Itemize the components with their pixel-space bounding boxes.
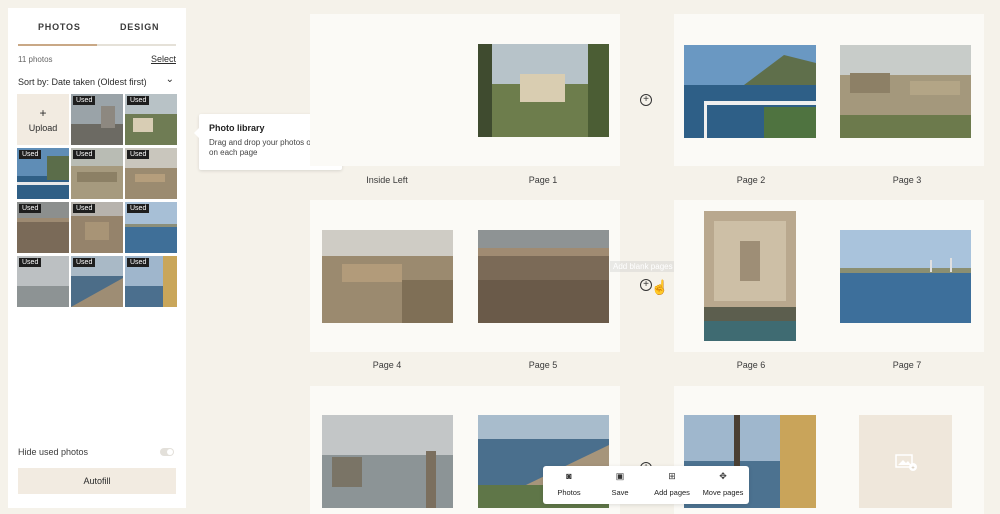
photo-thumbnail[interactable]: Used: [125, 148, 177, 199]
photo-cliff-town: [478, 44, 609, 137]
chevron-down-icon[interactable]: ⌄: [166, 74, 174, 85]
photo-city-rooftops: [322, 230, 453, 323]
spread-page-4-5[interactable]: [310, 200, 620, 352]
photo-thumbnail[interactable]: Used: [17, 256, 69, 307]
hand-cursor-icon: ☝: [651, 279, 669, 295]
photo-count: 11 photos: [18, 55, 53, 64]
page-inside-left[interactable]: [310, 14, 464, 166]
page-label-4: Page 4: [372, 360, 402, 370]
page-photo[interactable]: [840, 230, 971, 323]
sort-dropdown[interactable]: Sort by: Date taken (Oldest first): [18, 77, 147, 87]
photo-library-sidebar: PHOTOS DESIGN 11 photos Select Sort by: …: [8, 8, 186, 508]
page-label-7: Page 7: [892, 360, 922, 370]
photo-thumbnail[interactable]: Used: [17, 202, 69, 253]
page-7[interactable]: [830, 200, 984, 352]
page-photo[interactable]: [704, 211, 796, 341]
upload-label: Upload: [28, 122, 58, 133]
add-pages-button[interactable]: ⊞ Add pages: [647, 471, 697, 497]
photos-button-label: Photos: [557, 488, 581, 497]
used-badge: Used: [73, 204, 96, 213]
save-icon: ▣: [615, 471, 625, 481]
photo-thumbnail[interactable]: Used: [71, 94, 123, 145]
spread-page-2-3[interactable]: [674, 14, 984, 166]
page-6[interactable]: [674, 200, 828, 352]
photo-ruins-field: [840, 45, 971, 138]
photo-harbor: [840, 230, 971, 323]
save-button[interactable]: ▣ Save: [595, 471, 645, 497]
upload-button[interactable]: + Upload: [17, 94, 69, 145]
used-badge: Used: [73, 96, 96, 105]
page-11[interactable]: +: [830, 386, 984, 514]
page-4[interactable]: [310, 200, 464, 352]
page-5[interactable]: [466, 200, 620, 352]
photo-thumbnail[interactable]: Used: [71, 148, 123, 199]
photo-thumbnail[interactable]: Used: [125, 256, 177, 307]
sort-label: Sort by:: [18, 77, 50, 87]
page-photo[interactable]: [322, 415, 453, 508]
page-label-3: Page 3: [892, 175, 922, 185]
used-badge: Used: [73, 258, 96, 267]
photo-thumbnail[interactable]: Used: [17, 148, 69, 199]
plus-icon: +: [39, 105, 47, 120]
page-3[interactable]: [830, 14, 984, 166]
move-pages-button[interactable]: ✥ Move pages: [698, 471, 748, 497]
page-photo[interactable]: [684, 45, 816, 138]
used-badge: Used: [127, 150, 150, 159]
used-badge: Used: [127, 204, 150, 213]
page-2[interactable]: [674, 14, 828, 166]
svg-text:+: +: [911, 465, 915, 471]
photo-thumbnail[interactable]: Used: [71, 202, 123, 253]
add-pages-button-label: Add pages: [654, 488, 690, 497]
used-badge: Used: [19, 204, 42, 213]
page-photo[interactable]: [478, 44, 609, 137]
page-label-5: Page 5: [528, 360, 558, 370]
used-badge: Used: [127, 258, 150, 267]
photo-colosseum: [478, 230, 609, 323]
page-photo[interactable]: [478, 230, 609, 323]
tab-photos[interactable]: PHOTOS: [38, 22, 81, 32]
select-link[interactable]: Select: [151, 54, 176, 64]
page-label-2: Page 2: [736, 175, 766, 185]
used-badge: Used: [19, 150, 42, 159]
page-1[interactable]: [466, 14, 620, 166]
photo-balcony-sea: [684, 45, 816, 138]
add-page-plus-icon[interactable]: +: [640, 94, 652, 106]
add-page-icon: ⊞: [668, 471, 676, 481]
spread-inside-left-page-1[interactable]: [310, 14, 620, 166]
sidebar-tabs: PHOTOS DESIGN: [18, 22, 176, 46]
save-button-label: Save: [611, 488, 629, 497]
photo-thumbnail[interactable]: Used: [125, 94, 177, 145]
photo-foggy-sea: [322, 415, 453, 508]
hide-used-toggle[interactable]: [160, 448, 174, 456]
photos-button[interactable]: ◙ Photos: [544, 471, 594, 497]
page-photo[interactable]: [840, 45, 971, 138]
page-label-6: Page 6: [736, 360, 766, 370]
page-8[interactable]: [310, 386, 464, 514]
move-icon: ✥: [719, 471, 727, 481]
photo-trevi-fountain: [704, 211, 796, 341]
add-image-icon: +: [894, 453, 917, 471]
used-badge: Used: [73, 150, 96, 159]
hide-used-photos-label: Hide used photos: [18, 447, 89, 457]
move-pages-button-label: Move pages: [702, 488, 744, 497]
sort-value: Date taken (Oldest first): [51, 77, 147, 87]
photo-thumbnail[interactable]: Used: [125, 202, 177, 253]
page-label-inside-left: Inside Left: [366, 175, 408, 185]
used-badge: Used: [127, 96, 150, 105]
used-badge: Used: [19, 258, 42, 267]
bottom-toolbar: ◙ Photos ▣ Save ⊞ Add pages ✥ Move pages: [543, 466, 749, 504]
spread-page-6-7[interactable]: [674, 200, 984, 352]
active-tab-indicator: [18, 44, 97, 46]
empty-photo-slot[interactable]: +: [859, 415, 952, 508]
photo-thumbnail[interactable]: Used: [71, 256, 123, 307]
tab-design[interactable]: DESIGN: [120, 22, 159, 32]
camera-icon: ◙: [566, 471, 572, 481]
autofill-button[interactable]: Autofill: [18, 468, 176, 494]
page-photo[interactable]: [322, 230, 453, 323]
page-label-1: Page 1: [528, 175, 558, 185]
